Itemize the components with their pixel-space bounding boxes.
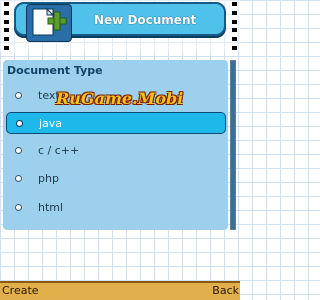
document-type-heading: Document Type bbox=[7, 64, 103, 77]
window-title: New Document bbox=[94, 13, 197, 27]
battery-indicator bbox=[229, 2, 239, 50]
title-bar: New Document bbox=[14, 2, 226, 42]
radio-dot-icon bbox=[16, 119, 23, 127]
option-php[interactable]: php bbox=[6, 167, 226, 189]
signal-indicator bbox=[1, 2, 11, 50]
radio-dot-icon bbox=[15, 174, 22, 182]
option-label: c / c++ bbox=[38, 143, 80, 157]
radio-dot-icon bbox=[15, 203, 22, 211]
option-java[interactable]: java bbox=[6, 112, 226, 134]
create-softkey[interactable]: Create bbox=[2, 284, 39, 297]
option-label: java bbox=[39, 116, 63, 130]
new-document-icon bbox=[26, 4, 72, 42]
back-softkey[interactable]: Back bbox=[212, 284, 239, 297]
scroll-thumb[interactable] bbox=[231, 61, 235, 229]
radio-dot-icon bbox=[15, 91, 22, 99]
softkey-bar: Create Back bbox=[0, 281, 240, 300]
option-label: html bbox=[38, 200, 64, 214]
scrollbar[interactable] bbox=[230, 60, 236, 230]
watermark-logo: RuGame.Mobi bbox=[56, 89, 184, 108]
document-plus-icon bbox=[32, 7, 67, 36]
option-label: php bbox=[38, 171, 59, 185]
option-html[interactable]: html bbox=[6, 196, 226, 218]
option-c-cpp[interactable]: c / c++ bbox=[6, 139, 226, 161]
radio-dot-icon bbox=[15, 146, 22, 154]
